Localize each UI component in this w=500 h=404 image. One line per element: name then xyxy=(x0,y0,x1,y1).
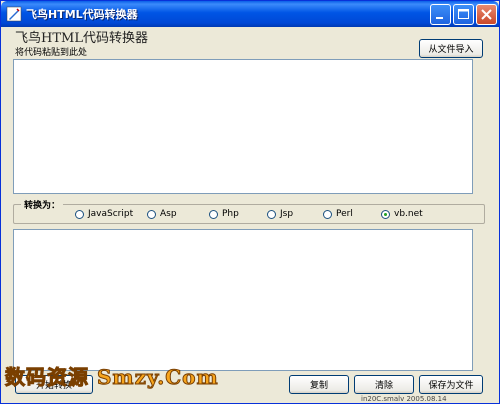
maximize-icon xyxy=(458,9,469,19)
app-heading: 飞鸟HTML代码转换器 xyxy=(15,31,148,46)
main-window: 飞鸟HTML代码转换器 飞鸟HTML代码转换器 将代码粘贴到此处 从文件导入 转… xyxy=(0,0,500,404)
radio-dot-icon xyxy=(147,209,156,219)
radio-dot-icon xyxy=(267,209,276,219)
save-file-button[interactable]: 保存为文件 xyxy=(419,375,483,394)
radio-dot-icon xyxy=(209,209,218,219)
radio-vbnet[interactable]: vb.net xyxy=(381,209,423,219)
radio-label: JavaScript xyxy=(88,209,134,219)
input-code-textarea[interactable] xyxy=(13,59,473,194)
copy-button[interactable]: 复制 xyxy=(289,375,349,394)
radio-label: Asp xyxy=(160,209,177,219)
window-title: 飞鸟HTML代码转换器 xyxy=(26,8,138,21)
radio-label: Perl xyxy=(336,209,353,219)
title-bar[interactable]: 飞鸟HTML代码转换器 xyxy=(1,1,499,27)
import-file-button[interactable]: 从文件导入 xyxy=(419,39,483,58)
output-code-textarea[interactable] xyxy=(13,229,473,371)
radio-label: vb.net xyxy=(394,209,423,219)
radio-perl[interactable]: Perl xyxy=(323,209,353,219)
radio-dot-icon xyxy=(75,209,84,219)
radio-asp[interactable]: Asp xyxy=(147,209,177,219)
app-icon xyxy=(6,6,22,22)
minimize-icon xyxy=(436,17,443,19)
maximize-button[interactable] xyxy=(453,4,474,25)
radio-selected-icon xyxy=(381,209,390,219)
paste-label: 将代码粘贴到此处 xyxy=(15,48,88,58)
status-text: in20C.smalv 2005.08.14 xyxy=(361,395,447,403)
radio-label: Php xyxy=(222,209,239,219)
convert-group-label: 转换为： xyxy=(21,198,64,211)
close-button[interactable] xyxy=(476,4,497,25)
radio-label: Jsp xyxy=(280,209,294,219)
close-icon xyxy=(481,9,492,20)
radio-dot-icon xyxy=(323,209,332,219)
minimize-button[interactable] xyxy=(430,4,451,25)
clear-button[interactable]: 清除 xyxy=(354,375,414,394)
radio-jsp[interactable]: Jsp xyxy=(267,209,293,219)
radio-php[interactable]: Php xyxy=(209,209,239,219)
watermark-logo: 数码资源 Smzy.Com xyxy=(5,365,219,390)
radio-javascript[interactable]: JavaScript xyxy=(75,209,133,219)
